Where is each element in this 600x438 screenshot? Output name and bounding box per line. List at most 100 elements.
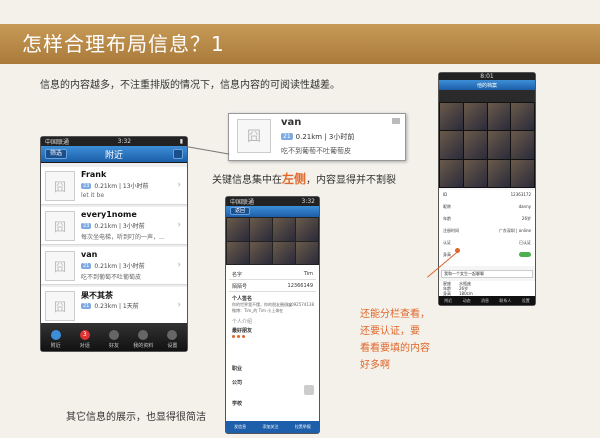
clock: 3:32 — [117, 138, 132, 145]
user-info: 21 0.23km | 1天前 — [81, 301, 139, 310]
tab-feed[interactable]: 动态 — [463, 298, 471, 304]
photo[interactable] — [227, 241, 249, 264]
back-button[interactable]: 返回 — [230, 207, 251, 215]
tab-nearby[interactable]: 附近 — [41, 323, 70, 351]
toggle-switch[interactable] — [519, 252, 531, 257]
distance: 0.23km | 1天前 — [94, 303, 139, 310]
callout-text: 关键信息集中在左侧，内容显得并不割裂 — [212, 170, 396, 187]
block-report-button[interactable]: 拉黑举报 — [295, 424, 311, 430]
detail-rows: 星座 水瓶座 年龄 26岁 身高 180cm — [439, 281, 535, 297]
distance: 0.21km | 3小时前 — [295, 133, 355, 141]
photo-icon — [392, 118, 400, 124]
photo[interactable] — [227, 218, 249, 241]
section-label: 职业 — [232, 366, 243, 372]
section-label: 学校 — [232, 401, 243, 407]
tab-bar: 附近 3 对话 好友 我的资料 设置 — [41, 323, 187, 351]
divider — [229, 291, 316, 292]
slide-title: 怎样合理布局信息？1 — [22, 32, 225, 56]
avatar: 囧 — [237, 119, 271, 153]
status-message: 吃不到葡萄不吐葡萄皮 — [281, 147, 351, 155]
tab-friends[interactable]: 好友 — [99, 323, 128, 351]
tab-profile[interactable]: 我的资料 — [129, 323, 158, 351]
photo[interactable] — [511, 159, 534, 187]
field-label: 陌陌号 — [232, 284, 248, 290]
avatar: 囧 — [45, 171, 75, 201]
tab-bar: 附近 动态 消息 联系人 设置 — [439, 296, 535, 305]
grid-icon[interactable] — [173, 149, 183, 159]
field-value: danny — [518, 204, 531, 209]
signature-line: 微博：Tim_的 Tim 小上海在 — [232, 308, 284, 313]
photo[interactable] — [250, 241, 272, 264]
status-bar: 8:01 — [439, 73, 535, 80]
photo[interactable] — [511, 103, 534, 131]
chevron-right-icon: › — [177, 220, 181, 230]
status-message: 每次坐电梯，听到叮的一声，... — [81, 234, 165, 241]
chat-badge: 3 — [79, 330, 90, 340]
filter-button[interactable]: 筛选 — [45, 149, 68, 159]
field-label: 名字 — [232, 272, 243, 278]
photo[interactable] — [296, 218, 318, 241]
list-item[interactable]: 囧 Frank 23 0.21km | 13小时前 let it be › — [41, 167, 187, 205]
field-label: 昵称 — [443, 204, 451, 209]
profile-toolbar — [439, 90, 535, 102]
photo[interactable] — [296, 241, 318, 264]
field-label: 个人签名 — [232, 296, 253, 302]
note-field[interactable]: 我和一个女生一起聊聊 — [441, 270, 533, 278]
photo[interactable] — [463, 131, 487, 159]
list-item[interactable]: 囧 van 21 0.21km | 3小时前 吃不到葡萄不吐葡萄皮 › — [41, 247, 187, 285]
divider — [229, 279, 316, 280]
tab-contacts[interactable]: 联系人 — [499, 298, 511, 304]
tab-settings[interactable]: 设置 — [158, 323, 187, 351]
photo[interactable] — [463, 159, 487, 187]
nearby-list: 囧 Frank 23 0.21km | 13小时前 let it be › 囧 e… — [41, 163, 187, 325]
connector-line — [185, 146, 230, 155]
photo[interactable] — [250, 218, 272, 241]
caption-line: 好多啊 — [360, 360, 390, 371]
tab-label: 好友 — [109, 343, 120, 349]
nav-bar: 他的档案 — [439, 80, 535, 90]
user-name: 果不其茶 — [81, 291, 113, 300]
user-info: 23 0.21km | 13小时前 — [81, 181, 149, 190]
scroll-button[interactable] — [304, 385, 314, 395]
list-item[interactable]: 囧 every1nome 23 0.21km | 3小时前 每次坐电梯，听到叮的一… — [41, 207, 187, 245]
list-item[interactable]: 囧 果不其茶 21 0.23km | 1天前 › — [41, 287, 187, 325]
section-label: 最好朋友 — [232, 328, 253, 334]
user-name: every1nome — [81, 210, 137, 219]
bottom-caption: 其它信息的展示，也显得很简洁 — [66, 412, 206, 423]
distance: 0.21km | 3小时前 — [94, 263, 145, 270]
photo[interactable] — [487, 103, 511, 131]
field-label: 年龄 — [443, 216, 451, 221]
phone-profile: 中国联通 3:32 返回 名字 Tim 陌陌号 12366149 个人签名 你的世… — [225, 196, 320, 434]
age-badge: 21 — [81, 303, 92, 309]
photo[interactable] — [487, 159, 511, 187]
tab-messages[interactable]: 消息 — [481, 298, 489, 304]
send-message-button[interactable]: 发信息 — [234, 424, 246, 430]
tab-chat[interactable]: 3 对话 — [70, 323, 99, 351]
tab-settings[interactable]: 设置 — [522, 298, 530, 304]
status-message: 吃不到葡萄不吐葡萄皮 — [81, 274, 142, 281]
callout-pre: 关键信息集中在 — [212, 175, 282, 186]
photo[interactable] — [487, 131, 511, 159]
photo[interactable] — [463, 103, 487, 131]
tab-label: 对话 — [79, 343, 90, 349]
field-label: 注册时间 — [443, 228, 459, 233]
chevron-right-icon: › — [177, 260, 181, 270]
phone-profile-detail: 8:01 他的档案 ID 12363172 昵称 danny 年龄 26岁 注册时间 广… — [438, 72, 536, 306]
tab-nearby[interactable]: 附近 — [444, 298, 452, 304]
photo[interactable] — [273, 241, 295, 264]
photo[interactable] — [440, 131, 463, 159]
photo[interactable] — [511, 131, 534, 159]
photo[interactable] — [273, 218, 295, 241]
intro-text: 信息的内容越多，不注重排版的情况下，信息内容的可阅读性越差。 — [40, 80, 340, 91]
avatar: 囧 — [45, 211, 75, 241]
photo[interactable] — [440, 103, 463, 131]
friend-icon — [232, 335, 235, 338]
friend-icon — [237, 335, 240, 338]
field-label: 认证 — [443, 240, 451, 245]
status-bar: 中国联通 3:32 ▮ — [41, 137, 187, 146]
follow-button[interactable]: 添加关注 — [262, 424, 278, 430]
photo[interactable] — [440, 159, 463, 187]
field-value: 广东深圳 | online — [498, 228, 531, 233]
nav-bar: 返回 — [226, 206, 319, 217]
user-name: van — [281, 117, 302, 128]
